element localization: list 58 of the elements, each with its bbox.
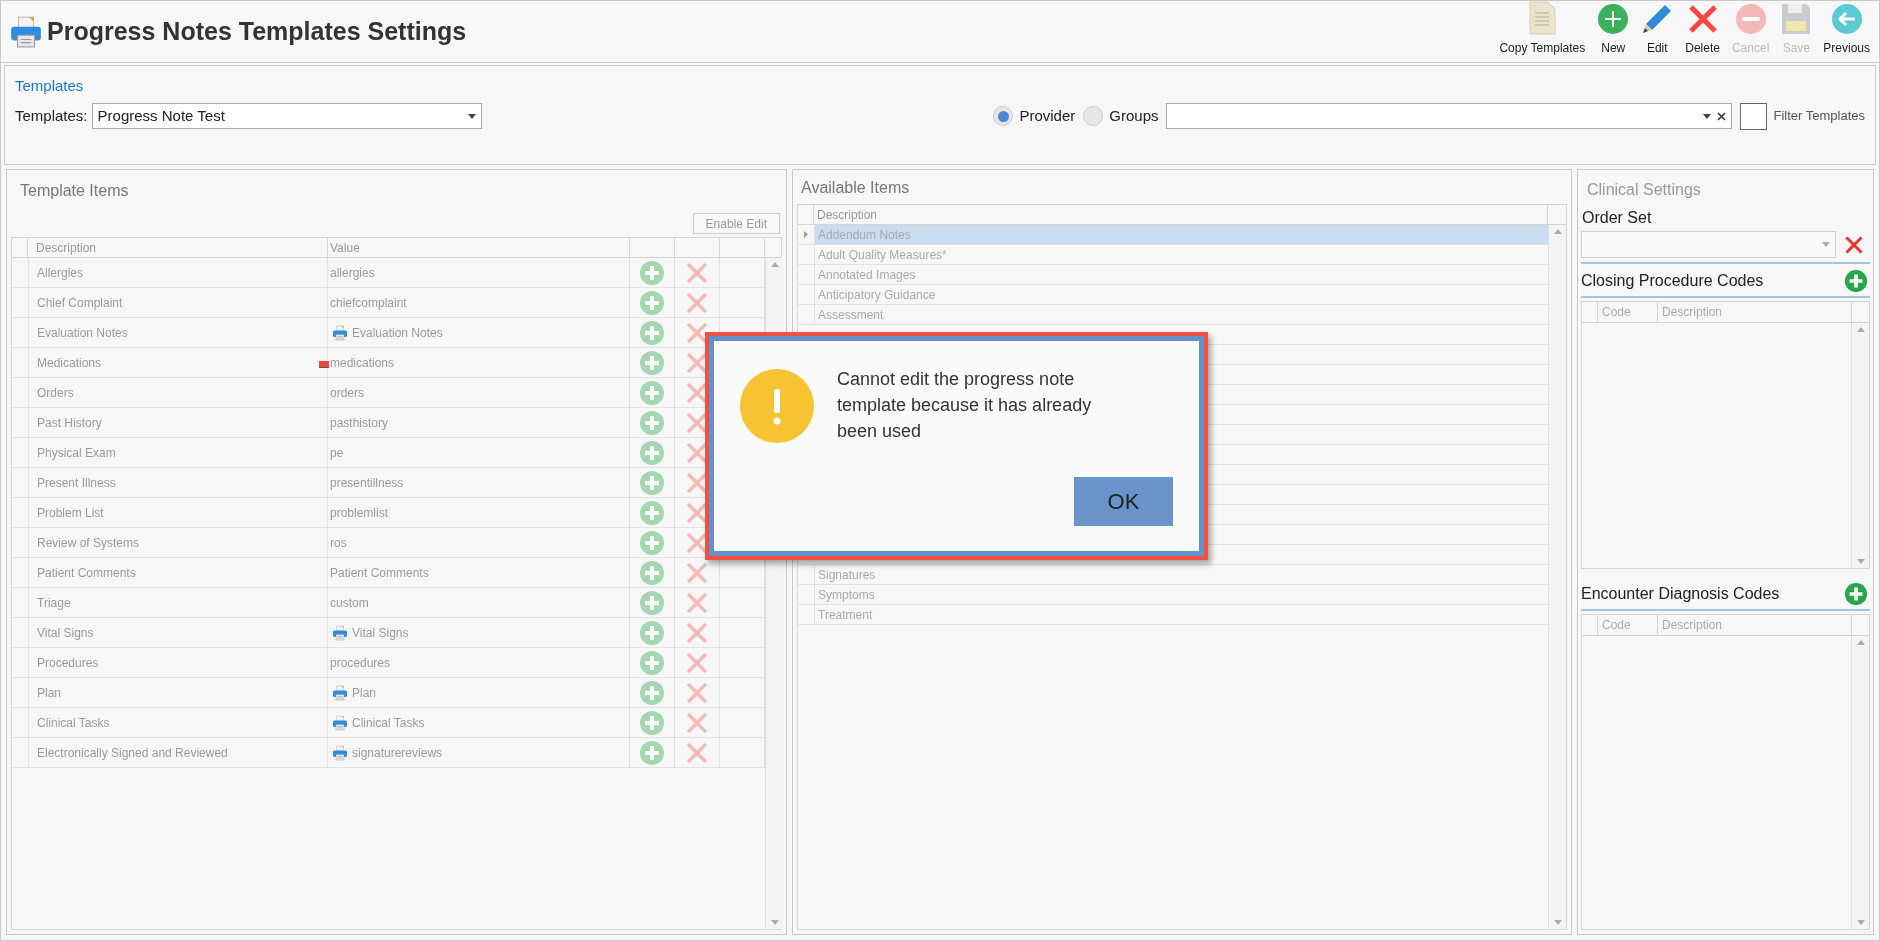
table-cell-text: Orders bbox=[37, 384, 74, 402]
toolbar-button[interactable]: Edit bbox=[1640, 3, 1675, 57]
table-cell-text: Evaluation Notes bbox=[37, 324, 128, 342]
column-header[interactable]: Code bbox=[1598, 615, 1658, 635]
table-cell: Evaluation Notes bbox=[330, 323, 443, 342]
table-cell: signaturereviews bbox=[330, 743, 443, 762]
table-cell: Plan bbox=[330, 683, 377, 702]
section-heading: Templates bbox=[15, 76, 84, 96]
table-cell-text: Past History bbox=[37, 414, 102, 432]
table-cell: Clinical Tasks bbox=[330, 713, 425, 732]
table-cell-text: Allergies bbox=[37, 264, 84, 282]
toolbar-button[interactable]: New bbox=[1596, 3, 1631, 57]
table-cell-text: Physical Exam bbox=[37, 444, 116, 462]
table-cell-text: Triage bbox=[37, 594, 71, 612]
table-cell-text: Vital Signs bbox=[37, 624, 94, 642]
table-cell-text: procedures bbox=[330, 654, 391, 672]
template-dropdown[interactable]: Progress Note Test bbox=[91, 103, 482, 129]
radio-option[interactable]: Provider bbox=[993, 104, 1076, 128]
table-cell-text: Patient Comments bbox=[330, 564, 429, 582]
ok-button[interactable]: OK bbox=[1074, 477, 1173, 526]
table-cell-text: allergies bbox=[330, 264, 375, 282]
toolbar-button[interactable]: Delete bbox=[1684, 3, 1721, 57]
radio-option[interactable]: Groups bbox=[1083, 104, 1159, 128]
column-header[interactable]: Description bbox=[1658, 302, 1852, 322]
table-cell-text: Medications bbox=[37, 354, 102, 372]
table-cell-text: pe bbox=[330, 444, 344, 462]
dialog-message: Cannot edit the progress note template because it has already been used bbox=[837, 368, 1093, 443]
table-cell-text: Patient Comments bbox=[37, 564, 136, 582]
toolbar-button[interactable]: Copy Templates bbox=[1498, 1, 1587, 57]
table-cell-text: Problem List bbox=[37, 504, 104, 522]
table-cell-text: orders bbox=[330, 384, 364, 402]
table-cell-text: presentillness bbox=[330, 474, 404, 492]
table-cell-text: Chief Complaint bbox=[37, 294, 123, 312]
panel-title: Template Items bbox=[19, 181, 130, 201]
column-header[interactable]: Description bbox=[1658, 615, 1852, 635]
table-cell-text: ros bbox=[330, 534, 347, 552]
field-label: Order Set bbox=[1581, 208, 1653, 228]
table-cell-text: Electronically Signed and Reviewed bbox=[37, 744, 228, 762]
table-cell-text: problemlist bbox=[330, 504, 389, 522]
window-title: Progress Notes Templates Settings bbox=[47, 15, 467, 47]
table-cell-text: Review of Systems bbox=[37, 534, 140, 552]
table-cell-text: medications bbox=[330, 354, 395, 372]
table-cell-text: Procedures bbox=[37, 654, 99, 672]
table-cell-text: Plan bbox=[37, 684, 62, 702]
table-cell-text: chiefcomplaint bbox=[330, 294, 407, 312]
panel-title: Clinical Settings bbox=[1586, 180, 1702, 200]
section-heading: Encounter Diagnosis Codes bbox=[1581, 584, 1780, 604]
toolbar-button[interactable]: Previous bbox=[1822, 3, 1871, 57]
table-cell-text: custom bbox=[330, 594, 369, 612]
section-heading: Closing Procedure Codes bbox=[1581, 271, 1764, 291]
filter-checkbox-option[interactable]: Filter Templates bbox=[1740, 102, 1865, 130]
table-cell-text: Present Illness bbox=[37, 474, 116, 492]
table-cell: Vital Signs bbox=[330, 623, 409, 642]
table-cell-text: pasthistory bbox=[330, 414, 389, 432]
table-cell-text: Clinical Tasks bbox=[37, 714, 110, 732]
field-label: Templates: bbox=[15, 105, 88, 126]
panel-title: Available Items bbox=[800, 178, 911, 198]
column-header[interactable]: Code bbox=[1598, 302, 1658, 322]
